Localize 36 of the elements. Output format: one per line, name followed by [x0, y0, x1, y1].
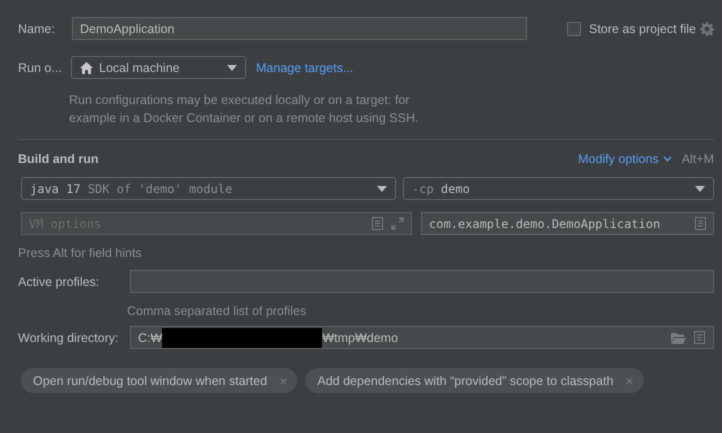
modify-options-link[interactable]: Modify options — [578, 152, 672, 166]
classpath-dropdown[interactable]: -cp demo — [403, 177, 714, 200]
settings-icon[interactable] — [700, 22, 714, 36]
document-icon[interactable] — [694, 331, 705, 344]
working-directory-field[interactable]: C:₩ ₩tmp₩demo — [130, 326, 714, 349]
checkbox-label: Store as project file — [589, 22, 696, 36]
name-label: Name: — [18, 22, 56, 36]
home-icon — [80, 62, 93, 74]
working-directory-label: Working directory: — [18, 330, 120, 344]
expand-icon[interactable] — [391, 217, 404, 230]
caret-icon — [227, 64, 237, 70]
name-field[interactable]: DemoApplication — [72, 17, 527, 40]
active-profiles-field[interactable] — [130, 270, 714, 293]
folder-icon[interactable] — [671, 332, 686, 344]
help-text: Comma separated list of profiles — [127, 304, 306, 318]
target-dropdown[interactable]: Local machine — [71, 56, 246, 79]
jdk-dropdown[interactable]: java 17 SDK of 'demo' module — [21, 177, 396, 200]
path-text: ₩tmp₩demo — [322, 330, 398, 344]
shortcut: Alt+M — [682, 152, 714, 166]
checkbox[interactable] — [567, 22, 581, 36]
caret-icon — [377, 186, 387, 192]
option-chip[interactable]: Open run/debug tool window when started × — [21, 368, 298, 393]
help-text: example in a Docker Container or on a remote host using SSH. — [69, 110, 420, 127]
active-profiles-label: Active profiles: — [18, 274, 100, 288]
document-icon[interactable] — [695, 217, 706, 230]
help-text: Run configurations may be executed locally or on a target: for — [69, 92, 410, 109]
main-class-field[interactable]: com.example.demo.DemoApplication — [421, 212, 714, 235]
run-on-label: Run o... — [18, 60, 63, 74]
document-icon[interactable] — [372, 217, 383, 230]
path-text: C:₩ — [138, 330, 162, 344]
chevron-icon — [662, 156, 672, 162]
option-chip[interactable]: Add dependencies with “provided” scope to classpath × — [305, 368, 644, 393]
manage-targets-link[interactable]: Manage targets... — [256, 60, 354, 74]
caret-icon — [695, 186, 705, 192]
hint-text: Press Alt for field hints — [18, 246, 142, 260]
section-title: Build and run — [18, 152, 99, 166]
